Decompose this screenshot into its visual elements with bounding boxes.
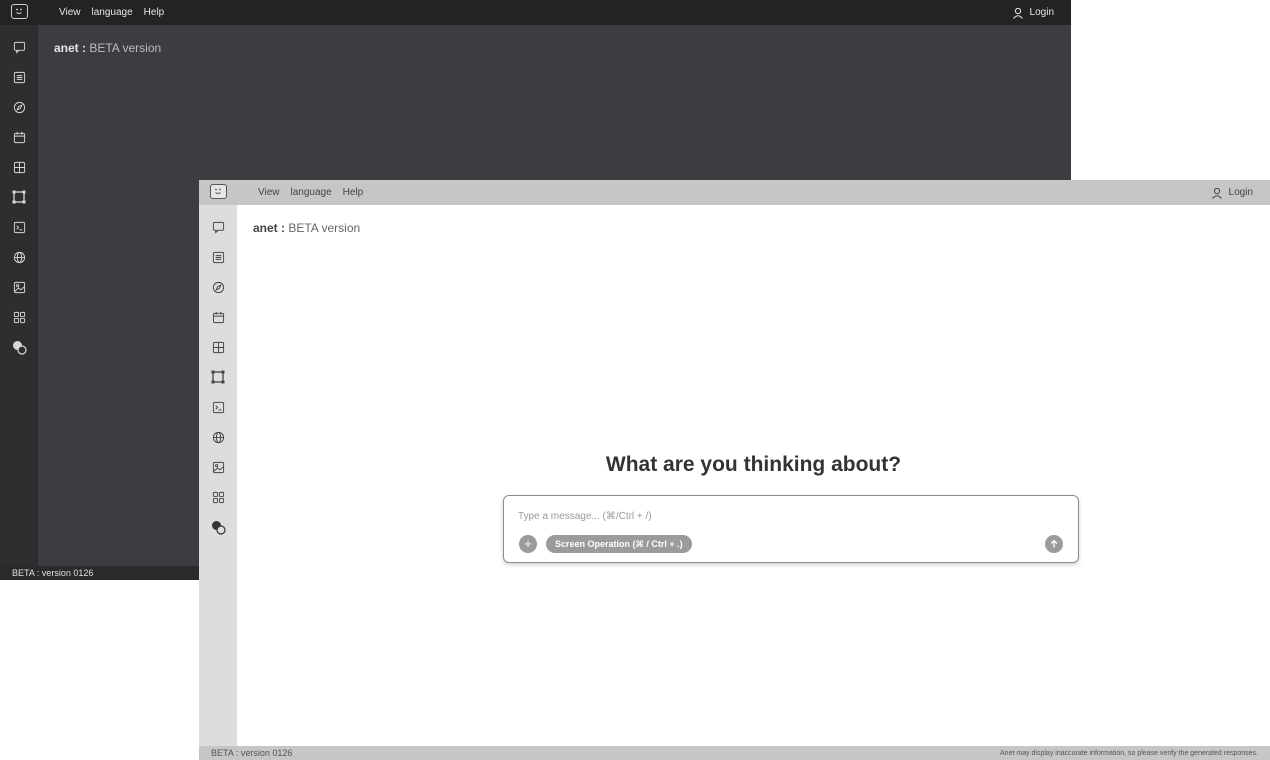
chat-icon[interactable] [210,219,226,235]
brand-title: anet : BETA version [54,41,161,55]
login-label: Login [1228,187,1253,198]
app-logo-icon[interactable] [11,4,28,19]
version-label: BETA : version 0126 [211,748,293,758]
version-label: BETA : version 0126 [12,568,94,578]
frame-icon[interactable] [210,369,226,385]
light-app-window: View language Help Login anet : BETA ver… [199,180,1270,760]
brand-name: anet : [54,41,87,55]
list-icon[interactable] [11,69,27,85]
brand-name: anet : [253,221,286,235]
screen-operation-button[interactable]: Screen Operation (⌘ / Ctrl + .) [546,535,692,553]
frame-icon[interactable] [11,189,27,205]
terminal-icon[interactable] [210,399,226,415]
calendar-icon[interactable] [11,129,27,145]
menu-view[interactable]: View [59,7,81,18]
menu-bar: View language Help [59,0,164,25]
image-icon[interactable] [210,459,226,475]
list-icon[interactable] [210,249,226,265]
menu-bar: View language Help [258,180,363,205]
message-composer: + Screen Operation (⌘ / Ctrl + .) [503,495,1079,563]
compass-icon[interactable] [210,279,226,295]
image-icon[interactable] [11,279,27,295]
user-icon [1012,7,1023,19]
main-content: anet : BETA version What are you thinkin… [237,205,1270,746]
disclaimer-text: Anet may display inaccurate information,… [1000,749,1258,757]
grid-icon[interactable] [11,309,27,325]
login-label: Login [1029,7,1054,18]
shapes-icon[interactable] [210,519,226,535]
globe-icon[interactable] [11,249,27,265]
app-logo-icon[interactable] [210,184,227,199]
brand-title: anet : BETA version [253,221,360,235]
menu-view[interactable]: View [258,187,280,198]
calendar-icon[interactable] [210,309,226,325]
menu-help[interactable]: Help [144,7,165,18]
menu-language[interactable]: language [92,7,133,18]
sidebar [0,25,38,566]
table-icon[interactable] [210,339,226,355]
compass-icon[interactable] [11,99,27,115]
brand-subtitle: BETA version [89,41,162,55]
grid-icon[interactable] [210,489,226,505]
login-button[interactable]: Login [1211,180,1253,205]
top-bar: View language Help Login [199,180,1270,205]
message-input[interactable] [518,508,1058,524]
sidebar [199,205,237,746]
login-button[interactable]: Login [1012,0,1054,25]
hero-title: What are you thinking about? [605,453,902,476]
menu-language[interactable]: language [291,187,332,198]
menu-help[interactable]: Help [343,187,364,198]
terminal-icon[interactable] [11,219,27,235]
table-icon[interactable] [11,159,27,175]
chat-icon[interactable] [11,39,27,55]
shapes-icon[interactable] [11,339,27,355]
attach-button[interactable]: + [519,535,537,553]
globe-icon[interactable] [210,429,226,445]
user-icon [1211,187,1222,199]
brand-subtitle: BETA version [288,221,361,235]
status-bar: BETA : version 0126 Anet may display ina… [199,746,1270,760]
top-bar: View language Help Login [0,0,1071,25]
send-button[interactable] [1045,535,1063,553]
arrow-up-icon [1050,539,1058,548]
